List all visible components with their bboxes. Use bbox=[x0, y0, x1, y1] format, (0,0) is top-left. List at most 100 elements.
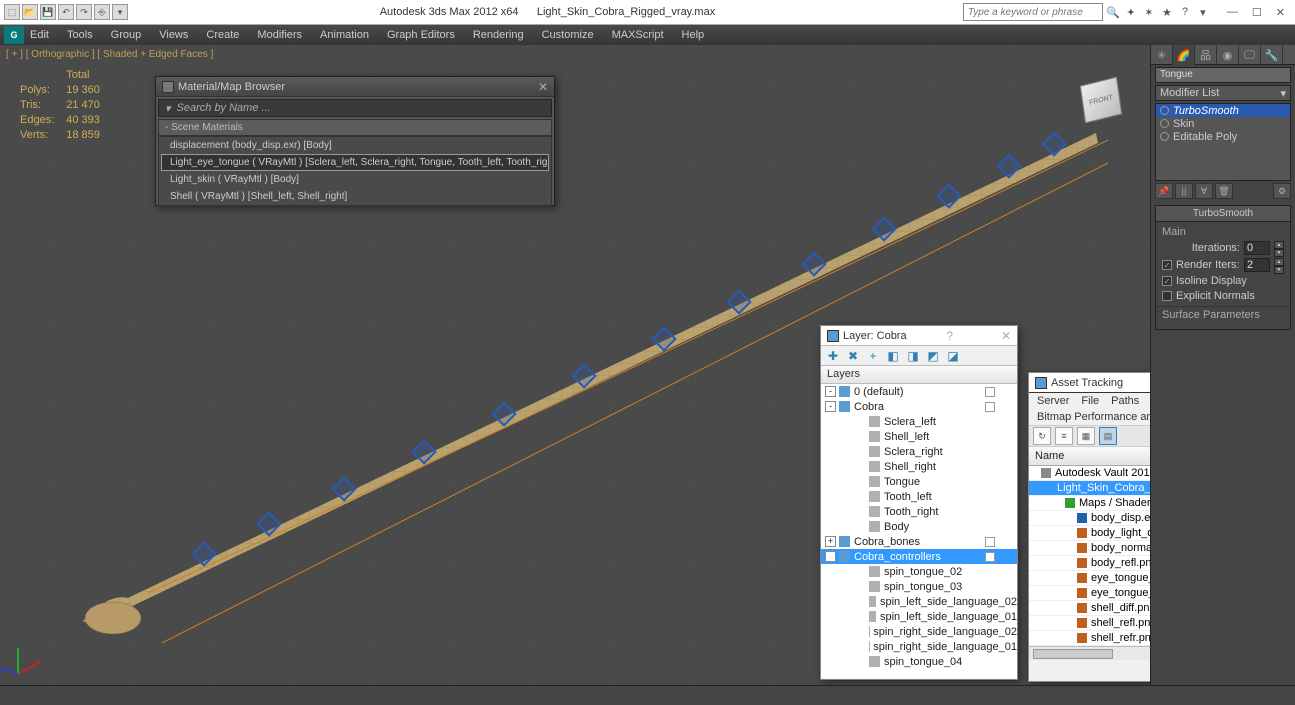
modifier-toggle-icon[interactable] bbox=[1160, 106, 1169, 115]
modifier-stack-item[interactable]: Editable Poly bbox=[1156, 130, 1290, 143]
pin-stack-icon[interactable]: 📌 bbox=[1155, 183, 1173, 199]
viewport-label[interactable]: [ + ] [ Orthographic ] [ Shaded + Edged … bbox=[6, 49, 213, 60]
modifier-list-dropdown[interactable]: Modifier List ▾ bbox=[1155, 85, 1291, 101]
layerdlg-close-button[interactable]: ✕ bbox=[1001, 329, 1011, 343]
menu-create[interactable]: Create bbox=[206, 29, 239, 41]
qat-save-icon[interactable]: 💾 bbox=[40, 4, 56, 20]
close-button[interactable]: ✕ bbox=[1276, 6, 1285, 19]
render-iters-spinner[interactable]: 2 bbox=[1244, 258, 1270, 272]
menu-grapheditors[interactable]: Graph Editors bbox=[387, 29, 455, 41]
layer-highlight-button[interactable]: ◨ bbox=[905, 348, 921, 364]
rollout-title[interactable]: TurboSmooth bbox=[1156, 206, 1290, 222]
menu-help[interactable]: Help bbox=[682, 29, 705, 41]
menu-views[interactable]: Views bbox=[159, 29, 188, 41]
layer-select-button[interactable]: ◧ bbox=[885, 348, 901, 364]
at-menu-file[interactable]: File bbox=[1081, 395, 1099, 407]
object-row[interactable]: spin_tongue_03 bbox=[821, 579, 1017, 594]
modifier-toggle-icon[interactable] bbox=[1160, 119, 1169, 128]
scrollbar-thumb[interactable] bbox=[1033, 649, 1113, 659]
matbrowser-group-header[interactable]: - Scene Materials bbox=[158, 119, 552, 136]
object-row[interactable]: Sclera_left bbox=[821, 414, 1017, 429]
tab-display-icon[interactable]: 🖵 bbox=[1239, 45, 1261, 65]
qat-open-icon[interactable]: 📂 bbox=[22, 4, 38, 20]
matbrowser-close-button[interactable]: ✕ bbox=[538, 80, 548, 94]
iterations-spinner[interactable]: 0 bbox=[1244, 241, 1270, 255]
menu-customize[interactable]: Customize bbox=[542, 29, 594, 41]
object-row[interactable]: spin_tongue_04 bbox=[821, 654, 1017, 669]
object-row[interactable]: Body bbox=[821, 519, 1017, 534]
object-row[interactable]: Tongue bbox=[821, 474, 1017, 489]
remove-modifier-icon[interactable]: 🗑 bbox=[1215, 183, 1233, 199]
viewcube-face[interactable]: FRONT bbox=[1080, 77, 1122, 124]
matbrowser-titlebar[interactable]: Material/Map Browser ✕ bbox=[156, 77, 554, 97]
modifier-stack-item[interactable]: TurboSmooth bbox=[1156, 104, 1290, 117]
menu-animation[interactable]: Animation bbox=[320, 29, 369, 41]
search-input[interactable] bbox=[963, 3, 1103, 21]
explicit-checkbox[interactable] bbox=[1162, 291, 1172, 301]
tab-create-icon[interactable]: ✳ bbox=[1151, 45, 1173, 65]
object-row[interactable]: spin_left_side_language_01 bbox=[821, 609, 1017, 624]
expand-icon[interactable]: - bbox=[825, 401, 836, 412]
expand-icon[interactable]: + bbox=[825, 536, 836, 547]
at-refresh-icon[interactable]: ↻ bbox=[1033, 427, 1051, 445]
menu-modifiers[interactable]: Modifiers bbox=[257, 29, 302, 41]
menu-group[interactable]: Group bbox=[111, 29, 142, 41]
material-row[interactable]: Light_skin ( VRayMtl ) [Body] bbox=[161, 171, 549, 188]
object-row[interactable]: Shell_left bbox=[821, 429, 1017, 444]
layer-visible-checkbox[interactable] bbox=[985, 387, 995, 397]
qat-link-icon[interactable]: ⎆ bbox=[94, 4, 110, 20]
layer-row[interactable]: -Cobra_controllers bbox=[821, 549, 1017, 564]
object-row[interactable]: Tooth_left bbox=[821, 489, 1017, 504]
layer-delete-button[interactable]: ✖ bbox=[845, 348, 861, 364]
object-row[interactable]: Shell_right bbox=[821, 459, 1017, 474]
object-name-field[interactable]: Tongue bbox=[1155, 67, 1291, 83]
isoline-checkbox[interactable]: ✓ bbox=[1162, 276, 1172, 286]
material-row[interactable]: Shell ( VRayMtl ) [Shell_left, Shell_rig… bbox=[161, 188, 549, 205]
layer-row[interactable]: -Cobra bbox=[821, 399, 1017, 414]
tab-motion-icon[interactable]: ◉ bbox=[1217, 45, 1239, 65]
at-table-icon[interactable]: ▦ bbox=[1077, 427, 1095, 445]
qat-more-icon[interactable]: ▾ bbox=[112, 4, 128, 20]
spinner-buttons[interactable]: ▲▼ bbox=[1274, 258, 1284, 272]
render-iters-checkbox[interactable]: ✓ bbox=[1162, 260, 1172, 270]
at-menu-server[interactable]: Server bbox=[1037, 395, 1069, 407]
configure-sets-icon[interactable]: ⚙ bbox=[1273, 183, 1291, 199]
help-dropdown-icon[interactable]: ▾ bbox=[1195, 4, 1211, 20]
material-row[interactable]: displacement (body_disp.exr) [Body] bbox=[161, 137, 549, 154]
at-tree-icon[interactable]: ≡ bbox=[1055, 427, 1073, 445]
menu-maxscript[interactable]: MAXScript bbox=[612, 29, 664, 41]
object-row[interactable]: Tooth_right bbox=[821, 504, 1017, 519]
layer-visible-checkbox[interactable] bbox=[985, 552, 995, 562]
spinner-buttons[interactable]: ▲▼ bbox=[1274, 241, 1284, 255]
maximize-button[interactable]: ☐ bbox=[1252, 6, 1262, 19]
layerdlg-titlebar[interactable]: Layer: Cobra ? ✕ bbox=[821, 326, 1017, 346]
at-menu-paths[interactable]: Paths bbox=[1111, 395, 1139, 407]
expand-icon[interactable]: - bbox=[825, 386, 836, 397]
layer-new-button[interactable]: ✚ bbox=[825, 348, 841, 364]
layer-header-layers[interactable]: Layers bbox=[821, 366, 1017, 384]
tab-utilities-icon[interactable]: 🔧 bbox=[1261, 45, 1283, 65]
matbrowser-search-input[interactable]: ▾ Search by Name ... bbox=[158, 99, 552, 117]
object-row[interactable]: spin_tongue_02 bbox=[821, 564, 1017, 579]
material-row[interactable]: Light_eye_tongue ( VRayMtl ) [Sclera_lef… bbox=[161, 154, 549, 171]
layerdlg-help-button[interactable]: ? bbox=[946, 329, 953, 343]
subscription-icon[interactable]: ✦ bbox=[1123, 4, 1139, 20]
at-grid-icon[interactable]: ▤ bbox=[1099, 427, 1117, 445]
modifier-stack[interactable]: TurboSmoothSkinEditable Poly bbox=[1155, 103, 1291, 181]
qat-undo-icon[interactable]: ↶ bbox=[58, 4, 74, 20]
exchange-icon[interactable]: ✶ bbox=[1141, 4, 1157, 20]
tab-modify-icon[interactable]: 🌈 bbox=[1173, 45, 1195, 65]
object-row[interactable]: spin_right_side_language_02 bbox=[821, 624, 1017, 639]
menu-edit[interactable]: Edit bbox=[30, 29, 49, 41]
modifier-stack-item[interactable]: Skin bbox=[1156, 117, 1290, 130]
favorites-icon[interactable]: ★ bbox=[1159, 4, 1175, 20]
qat-app-icon[interactable]: ⬚ bbox=[4, 4, 20, 20]
search-icon[interactable]: 🔍 bbox=[1105, 4, 1121, 20]
modifier-toggle-icon[interactable] bbox=[1160, 132, 1169, 141]
layer-visible-checkbox[interactable] bbox=[985, 537, 995, 547]
make-unique-icon[interactable]: ∀ bbox=[1195, 183, 1213, 199]
layer-tree[interactable]: -0 (default)-CobraSclera_leftShell_leftS… bbox=[821, 384, 1017, 678]
show-result-icon[interactable]: || bbox=[1175, 183, 1193, 199]
object-row[interactable]: spin_right_side_language_01 bbox=[821, 639, 1017, 654]
menu-tools[interactable]: Tools bbox=[67, 29, 93, 41]
